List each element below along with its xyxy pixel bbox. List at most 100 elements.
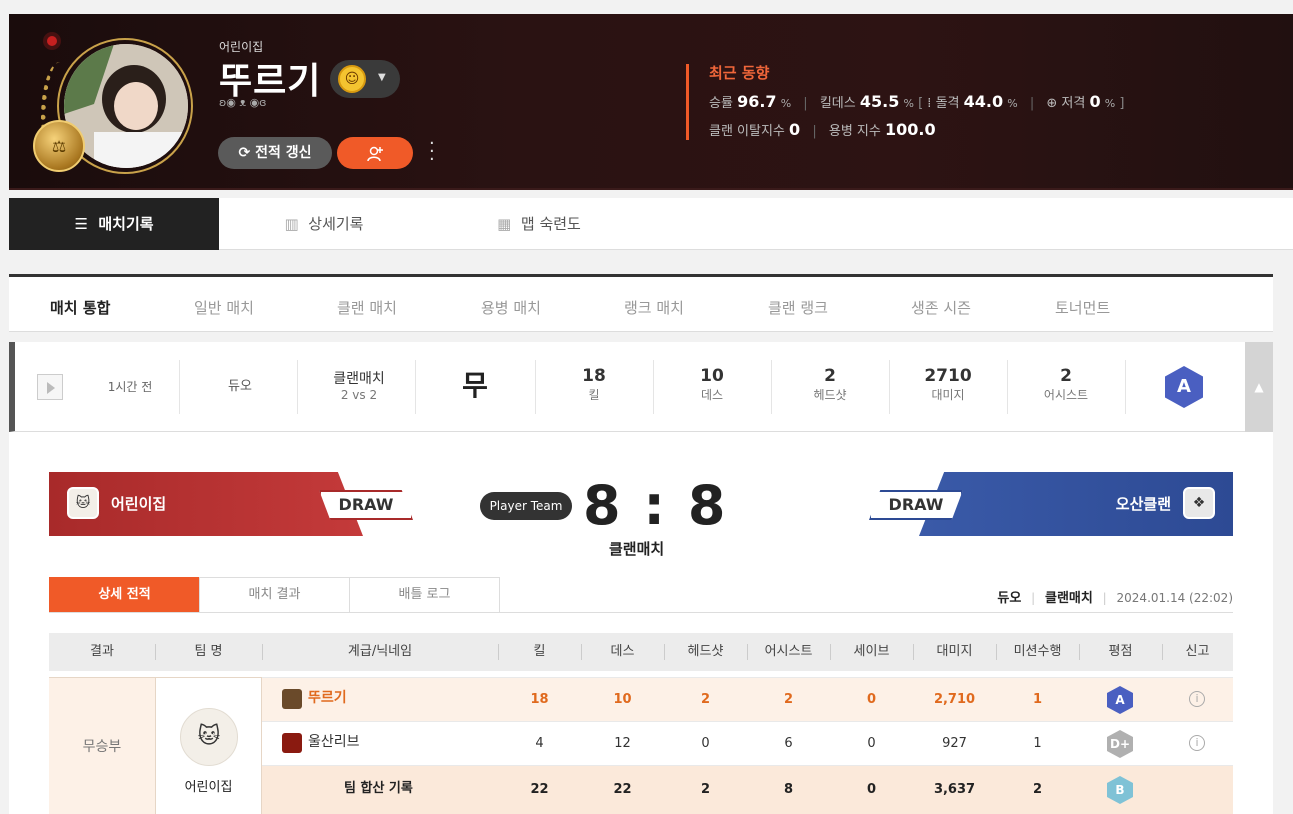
merc-index-label: 용병 지수	[828, 124, 881, 139]
saves: 0	[867, 736, 876, 751]
damage: 2,710	[933, 692, 976, 707]
tab-underline	[49, 612, 1233, 613]
col-saves: 세이브	[853, 644, 890, 659]
col-result: 결과	[90, 644, 114, 659]
assists-label: 어시스트	[1043, 388, 1089, 402]
filter-clan[interactable]: 클랜 매치	[337, 297, 397, 318]
trend-line-2: 클랜 이탈지수 0 | 용병 지수 100.0	[709, 120, 936, 139]
grade-badge: A	[1165, 366, 1203, 408]
missions: 1	[1033, 736, 1042, 751]
meta-mode: 듀오	[997, 591, 1022, 606]
refresh-stats-button[interactable]: ⟳ 전적 갱신	[218, 137, 332, 169]
kills: 4	[535, 736, 544, 751]
match-summary-row[interactable]: 1시간 전 듀오 클랜매치 2 vs 2 무 18 킬 10 데스 2 헤드샷 …	[9, 342, 1273, 432]
leave-index-label: 클랜 이탈지수	[709, 124, 785, 139]
tab-label: 매치기록	[98, 215, 154, 233]
tab-detail-record[interactable]: 상세 전적	[49, 577, 200, 613]
team-total-row: 팀 합산 기록 22 22 2 8 0 3,637 2 B	[262, 765, 1233, 814]
filter-tournament[interactable]: 토너먼트	[1055, 297, 1110, 318]
total-missions: 2	[1032, 782, 1043, 797]
recent-trend-title: 최근 동향	[709, 64, 770, 82]
result-cell: 무승부	[49, 677, 155, 814]
player-name[interactable]: 울산리브	[308, 722, 360, 766]
right-team-name[interactable]: 오산클랜	[1116, 493, 1171, 514]
assault-value: 44.0	[963, 92, 1004, 111]
deaths-value: 10	[700, 366, 724, 386]
match-result: 무	[462, 369, 488, 402]
kills-label: 킬	[588, 388, 600, 402]
tab-match-history[interactable]: ☰ 매치기록	[9, 198, 219, 250]
team-name[interactable]: 어린이집	[156, 776, 261, 795]
col-damage: 대미지	[936, 644, 973, 659]
stats-table-header: 결과 팀 명 계급/닉네임 킬 데스 헤드샷 어시스트 세이브 대미지 미션수행…	[49, 633, 1233, 671]
filter-clan-rank[interactable]: 클랜 랭크	[768, 297, 828, 318]
total-headshots: 2	[700, 782, 711, 797]
tab-map-proficiency[interactable]: ▦ 맵 숙련도	[479, 198, 599, 250]
divider	[297, 360, 298, 414]
tab-battle-log[interactable]: 배틀 로그	[349, 577, 500, 613]
col-deaths: 데스	[610, 644, 635, 659]
score-separator: :	[643, 474, 667, 537]
main-tabs: ☰ 매치기록 ▥ 상세기록 ▦ 맵 숙련도	[9, 198, 1293, 250]
match-format: 2 vs 2	[340, 388, 378, 402]
assists-cell: 2 어시스트	[1007, 342, 1125, 432]
merc-index-value: 100.0	[884, 120, 936, 139]
winrate-label: 승률	[709, 96, 733, 111]
total-saves: 0	[866, 782, 877, 797]
rank-medal-icon: ⚖	[33, 120, 85, 172]
meta-date: 2024.01.14 (22:02)	[1116, 591, 1233, 605]
right-draw-label: DRAW	[869, 490, 963, 520]
kills-value: 18	[582, 366, 606, 386]
filter-merc[interactable]: 용병 매치	[481, 297, 541, 318]
emoji-selector[interactable]: ☺ ▼	[330, 60, 400, 98]
total-damage: 3,637	[933, 782, 976, 797]
cat-emblem-icon[interactable]: 🐱	[180, 708, 238, 766]
match-filter-tabs: 매치 통합 일반 매치 클랜 매치 용병 매치 랭크 매치 클랜 랭크 생존 시…	[9, 274, 1273, 332]
sniper-label: 저격	[1061, 96, 1086, 111]
crosshair-icon: ⊕	[1046, 96, 1058, 111]
separator: |	[1029, 96, 1035, 111]
tab-detail-stats[interactable]: ▥ 상세기록	[269, 198, 379, 250]
rank-icon	[282, 733, 302, 753]
tab-label: 상세기록	[308, 215, 364, 233]
headshots-label: 헤드샷	[813, 388, 847, 402]
play-icon[interactable]	[37, 374, 63, 400]
filter-rank[interactable]: 랭크 매치	[624, 297, 684, 318]
assault-rifle-icon: ⁞	[927, 96, 932, 111]
rank-icon	[282, 689, 302, 709]
live-indicator	[47, 36, 57, 46]
divider	[1125, 360, 1126, 414]
cat-emblem-icon: 🐱	[67, 487, 99, 519]
wolf-emblem-icon: ❖	[1183, 487, 1215, 519]
list-icon: ☰	[74, 215, 88, 233]
headshots-cell: 2 헤드샷	[771, 342, 889, 432]
assault-label: 돌격	[935, 96, 960, 111]
add-friend-button[interactable]	[337, 137, 413, 169]
divider	[179, 360, 180, 414]
left-team-name[interactable]: 어린이집	[111, 493, 166, 514]
collapse-chevron-up-icon[interactable]: ▲	[1245, 342, 1273, 432]
refresh-label: 전적 갱신	[255, 145, 312, 161]
player-name[interactable]: 뚜르기	[308, 678, 347, 722]
separator: |	[1031, 591, 1036, 605]
profile-header: ⚖ 어린이집 뚜르기 ʚ◉ ᴥ ◉ɞ ☺ ▼ ⟳ 전적 갱신 · · · 최근 동향…	[9, 14, 1293, 190]
left-draw-label: DRAW	[319, 490, 413, 520]
right-team-banner: 오산클랜 ❖	[919, 472, 1233, 536]
percent-unit: %	[903, 97, 914, 110]
match-time: 1시간 전	[107, 380, 153, 394]
left-team-banner: 🐱 어린이집	[49, 472, 363, 536]
score-right: 8	[687, 474, 728, 537]
match-mode: 듀오	[228, 379, 252, 394]
filter-normal[interactable]: 일반 매치	[194, 297, 254, 318]
filter-all[interactable]: 매치 통합	[50, 297, 110, 318]
more-options-icon[interactable]: · · ·	[429, 135, 435, 169]
assists: 2	[783, 692, 794, 707]
bar-chart-icon: ▥	[284, 215, 299, 233]
bracket: ]	[1119, 96, 1125, 111]
separator: |	[812, 124, 817, 139]
filter-survival[interactable]: 생존 시즌	[911, 297, 971, 318]
report-info-icon[interactable]: i	[1189, 735, 1205, 751]
tab-match-result[interactable]: 매치 결과	[199, 577, 350, 613]
report-info-icon[interactable]: i	[1189, 691, 1205, 707]
leave-index-value: 0	[789, 120, 801, 139]
